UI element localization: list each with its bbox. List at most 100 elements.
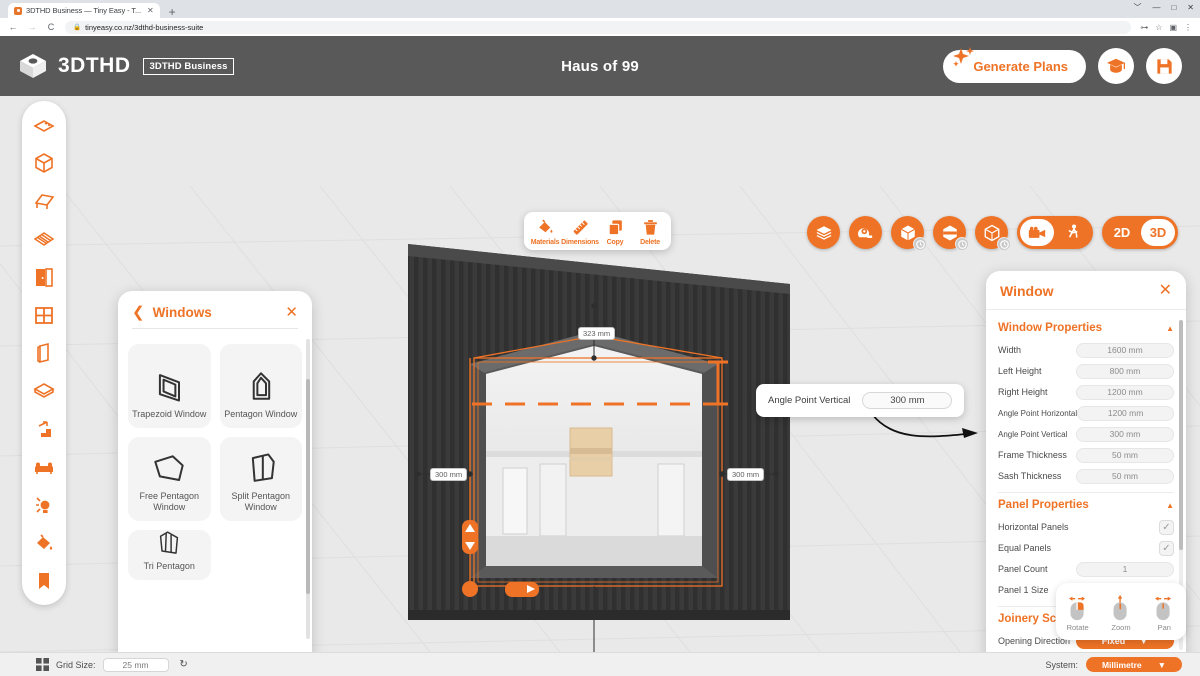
list-item[interactable]: Split Pentagon Window bbox=[219, 437, 302, 521]
windows-panel-title: Windows bbox=[152, 305, 212, 320]
share-icon[interactable]: ⊶ bbox=[1140, 23, 1148, 32]
sidebar-item-bookmark[interactable] bbox=[26, 563, 62, 599]
grid-icon bbox=[36, 658, 49, 671]
panel-count-input[interactable]: 1 bbox=[1076, 561, 1174, 577]
dimension-chip[interactable]: 300 mm bbox=[727, 468, 765, 481]
list-item[interactable]: Trapezoid Window bbox=[128, 344, 211, 428]
dimension-chip[interactable]: 300 mm bbox=[430, 468, 468, 481]
browser-menu-icon[interactable]: ⋮ bbox=[1184, 23, 1192, 32]
back-icon[interactable]: ← bbox=[8, 22, 18, 32]
close-icon[interactable]: ✕ bbox=[285, 305, 298, 320]
properties-panel-title: Window bbox=[1000, 283, 1054, 299]
dimensions-button[interactable]: Dimensions bbox=[561, 218, 599, 246]
scrollbar[interactable] bbox=[306, 339, 310, 639]
copy-button[interactable]: Copy bbox=[598, 218, 632, 246]
header-actions: Generate Plans bbox=[943, 46, 1182, 84]
rotate-help[interactable]: Rotate bbox=[1065, 594, 1091, 632]
layers-button[interactable] bbox=[807, 216, 840, 249]
close-icon[interactable]: ✕ bbox=[147, 6, 154, 15]
sidebar-item-floor-deck[interactable] bbox=[26, 221, 62, 257]
equal-panels-checkbox[interactable]: ✓ bbox=[1159, 540, 1174, 556]
right-height-input[interactable]: 1200 mm bbox=[1076, 384, 1174, 400]
dimension-chip[interactable]: 323 mm bbox=[578, 327, 616, 340]
cube-logo-icon bbox=[20, 54, 46, 78]
layers-icon bbox=[816, 225, 831, 240]
section-header-window-properties[interactable]: Window Properties ▲ bbox=[998, 322, 1174, 334]
list-item[interactable]: Pentagon Window bbox=[219, 344, 302, 428]
box-view-button[interactable] bbox=[891, 216, 927, 251]
list-item[interactable]: Free Pentagon Window bbox=[128, 437, 211, 521]
box-section-button[interactable] bbox=[933, 216, 969, 251]
delete-button[interactable]: Delete bbox=[633, 218, 667, 246]
unit-system-dropdown[interactable]: Millimetre ▼ bbox=[1086, 657, 1182, 672]
floor-deck-icon bbox=[33, 232, 55, 246]
property-row-width: Width 1600 mm bbox=[998, 340, 1174, 360]
view-2d-button[interactable]: 2D bbox=[1105, 219, 1139, 246]
chevron-left-icon[interactable]: ❮ bbox=[132, 305, 145, 320]
box-outline-button[interactable] bbox=[975, 216, 1011, 251]
learn-button[interactable] bbox=[1098, 48, 1134, 84]
new-tab-button[interactable]: + bbox=[169, 6, 176, 18]
maximize-icon[interactable]: □ bbox=[1171, 3, 1176, 12]
sidebar-item-roof[interactable] bbox=[26, 183, 62, 219]
bookmark-icon bbox=[39, 573, 49, 589]
grid-size-input[interactable]: 25 mm bbox=[102, 657, 169, 672]
scrollbar-thumb[interactable] bbox=[306, 379, 310, 594]
undo-icon[interactable]: ↻ bbox=[176, 658, 192, 672]
frame-thickness-input[interactable]: 50 mm bbox=[1076, 447, 1174, 463]
chevron-up-icon[interactable]: ▲ bbox=[1166, 501, 1174, 510]
chevron-up-icon[interactable]: ▲ bbox=[1166, 324, 1174, 333]
sidebar-item-wall[interactable] bbox=[26, 335, 62, 371]
sash-thickness-input[interactable]: 50 mm bbox=[1076, 468, 1174, 484]
sidebar-item-door[interactable] bbox=[26, 259, 62, 295]
grid-size-label: Grid Size: bbox=[56, 659, 96, 670]
sidebar-item-site-terrain[interactable] bbox=[26, 107, 62, 143]
status-bar: Grid Size: 25 mm ↻ System: Millimetre ▼ bbox=[0, 652, 1200, 676]
window-icon bbox=[35, 307, 53, 324]
scrollbar-thumb[interactable] bbox=[1179, 320, 1183, 550]
sidebar-item-room-cube[interactable] bbox=[26, 145, 62, 181]
angle-point-horizontal-input[interactable]: 1200 mm bbox=[1077, 405, 1174, 421]
forward-icon[interactable]: → bbox=[27, 22, 37, 32]
sidebar-item-window[interactable] bbox=[26, 297, 62, 333]
angle-point-vertical-input[interactable]: 300 mm bbox=[1076, 426, 1174, 442]
sidebar-item-furniture[interactable] bbox=[26, 449, 62, 485]
chevron-down-icon[interactable]: ﹀ bbox=[1133, 2, 1141, 13]
brand-logo[interactable]: 3DTHD bbox=[18, 52, 131, 80]
width-input[interactable]: 1600 mm bbox=[1076, 342, 1174, 358]
address-bar[interactable]: 🔒 tinyeasy.co.nz/3dthd-business-suite bbox=[65, 20, 1132, 34]
omnibar-actions: ⊶ ☆ ▣ ⋮ bbox=[1140, 23, 1192, 32]
view-3d-button[interactable]: 3D bbox=[1141, 219, 1175, 246]
close-icon[interactable]: ✕ bbox=[1159, 283, 1172, 299]
roof-icon bbox=[34, 194, 55, 209]
property-label: Panel Count bbox=[998, 564, 1048, 574]
browser-tab[interactable]: 3DTHD Business — Tiny Easy - T... ✕ bbox=[8, 3, 160, 18]
pan-help[interactable]: Pan bbox=[1151, 594, 1177, 632]
materials-button[interactable]: Materials bbox=[528, 218, 562, 246]
camera-mode-button[interactable] bbox=[1020, 219, 1054, 246]
sidebar-item-slab[interactable] bbox=[26, 373, 62, 409]
reload-icon[interactable]: C bbox=[46, 22, 56, 32]
horizontal-panels-checkbox[interactable]: ✓ bbox=[1159, 519, 1174, 535]
sidebar-item-materials[interactable] bbox=[26, 525, 62, 561]
close-window-icon[interactable]: ✕ bbox=[1187, 3, 1194, 12]
minimize-icon[interactable]: — bbox=[1152, 3, 1160, 12]
windows-item-grid[interactable]: Picture Window Triangle Window Trapezoid… bbox=[118, 335, 312, 652]
zoom-help[interactable]: Zoom bbox=[1108, 594, 1134, 632]
callout-value-field[interactable]: 300 mm bbox=[862, 392, 953, 409]
context-toolbar: Materials Dimensions Copy Delete bbox=[524, 212, 671, 250]
workspace[interactable]: 323 mm 300 mm 300 mm 1350 mm bbox=[0, 96, 1200, 652]
view-controls: 2D 3D bbox=[807, 216, 1178, 251]
left-height-input[interactable]: 800 mm bbox=[1076, 363, 1174, 379]
extensions-icon[interactable]: ▣ bbox=[1169, 23, 1177, 32]
save-button[interactable] bbox=[1146, 48, 1182, 84]
bookmark-star-icon[interactable]: ☆ bbox=[1155, 23, 1162, 32]
history-badge bbox=[913, 237, 927, 251]
walk-mode-button[interactable] bbox=[1056, 219, 1090, 246]
sidebar-item-stairs[interactable] bbox=[26, 411, 62, 447]
section-header-panel-properties[interactable]: Panel Properties ▲ bbox=[998, 499, 1174, 511]
sidebar-item-lighting[interactable] bbox=[26, 487, 62, 523]
measure-button[interactable] bbox=[849, 216, 882, 249]
list-item[interactable]: Tri Pentagon bbox=[128, 530, 211, 580]
generate-plans-button[interactable]: Generate Plans bbox=[943, 46, 1086, 83]
